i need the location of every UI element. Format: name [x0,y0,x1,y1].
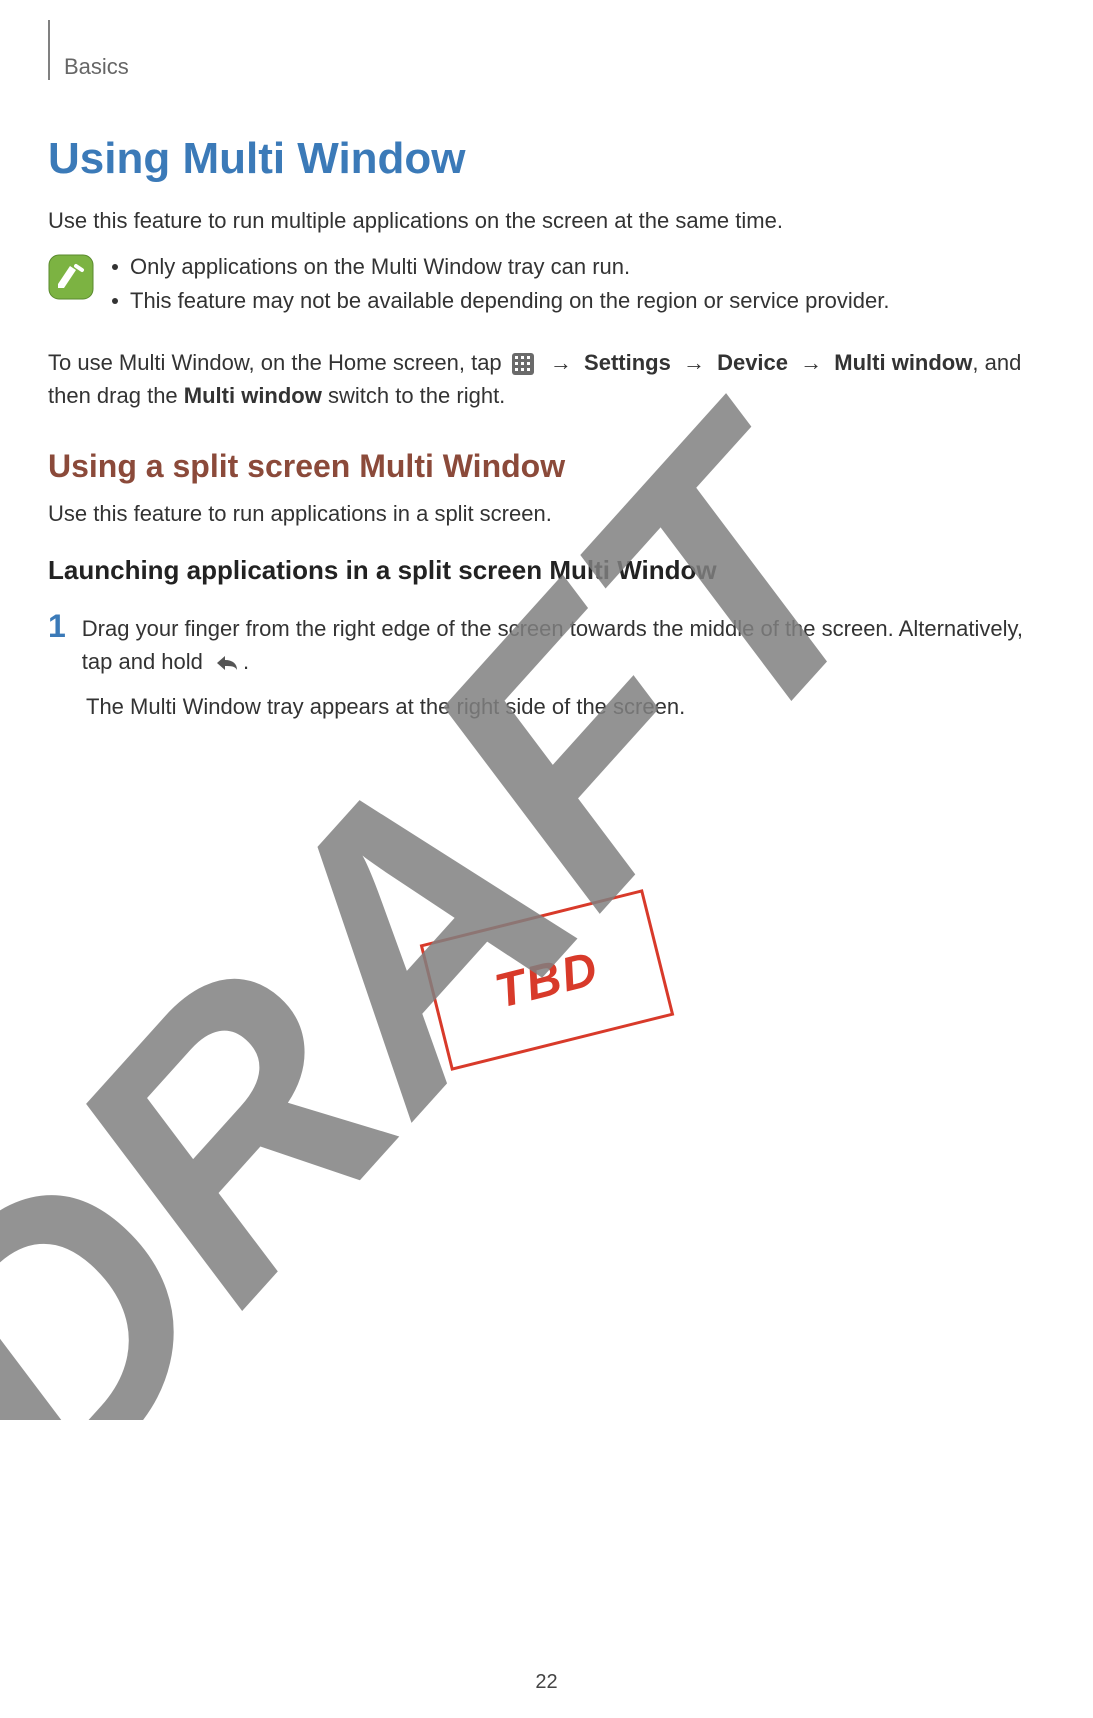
step-1-line1b: . [243,649,249,674]
arrow-icon: → [550,350,572,375]
page-title: Using Multi Window [48,134,1045,184]
tbd-stamp-box: TBD [419,889,674,1071]
page-number: 22 [0,1671,1093,1694]
instruction-device: Device [717,350,788,375]
step-1-body: Drag your finger from the right edge of … [82,612,1045,678]
bullet-icon [112,264,118,270]
tbd-placeholder: TBD [48,760,1045,1200]
step-1: 1 Drag your finger from the right edge o… [48,612,1045,678]
note-item-2-text: This feature may not be available depend… [130,288,889,314]
note-list: Only applications on the Multi Window tr… [112,254,1045,322]
instruction-mw-bold: Multi window [184,383,322,408]
intro-text: Use this feature to run multiple applica… [48,208,1045,234]
bullet-icon [112,298,118,304]
instruction-multiwindow: Multi window [834,350,972,375]
instruction-settings: Settings [584,350,671,375]
back-icon [213,653,239,673]
page: Basics Using Multi Window Use this featu… [0,0,1093,1718]
note-icon [48,254,94,305]
subsection-launch-title: Launching applications in a split screen… [48,555,1045,586]
note-block: Only applications on the Multi Window tr… [48,254,1045,322]
note-item-1-text: Only applications on the Multi Window tr… [130,254,630,280]
section-split-intro: Use this feature to run applications in … [48,501,1045,527]
content-area: Using Multi Window Use this feature to r… [48,134,1045,1200]
note-item-2: This feature may not be available depend… [112,288,1045,314]
instruction-text: To use Multi Window, on the Home screen,… [48,346,1045,412]
tbd-stamp-text: TBD [489,941,604,1020]
header-section-label: Basics [64,54,129,80]
arrow-icon: → [683,350,705,375]
note-item-1: Only applications on the Multi Window tr… [112,254,1045,280]
arrow-icon: → [800,350,822,375]
apps-grid-icon [512,353,534,375]
instruction-post2: switch to the right. [322,383,505,408]
instruction-pre: To use Multi Window, on the Home screen,… [48,350,508,375]
section-split-title: Using a split screen Multi Window [48,448,1045,485]
header-rule [48,20,50,80]
step-1-line2: The Multi Window tray appears at the rig… [86,694,1045,720]
step-1-number: 1 [48,610,66,642]
